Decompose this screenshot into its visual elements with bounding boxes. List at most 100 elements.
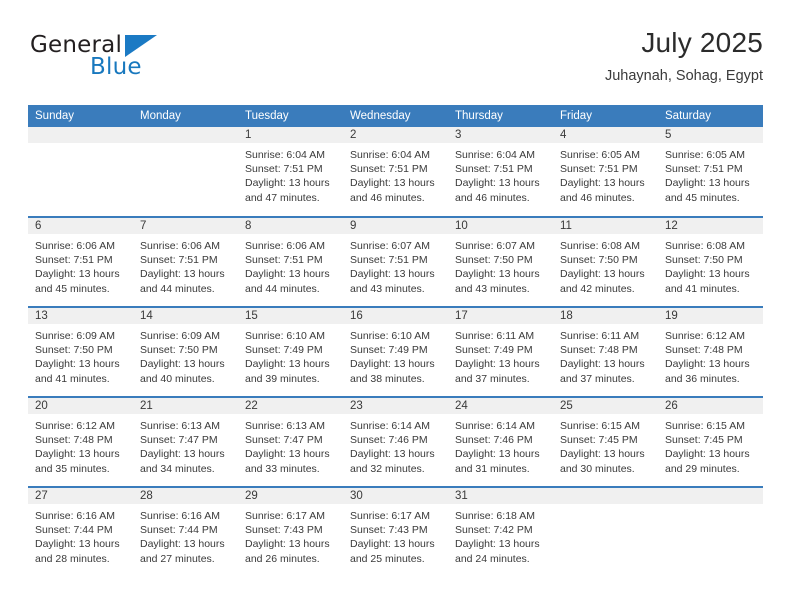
day-number: 5 <box>658 127 763 143</box>
calendar-day-cell[interactable]: 25 Sunrise: 6:15 AM Sunset: 7:45 PM Dayligh… <box>553 396 658 487</box>
column-header-thursday: Thursday <box>448 105 553 127</box>
calendar-cell-empty <box>553 486 658 577</box>
calendar-day-cell[interactable]: 5 Sunrise: 6:05 AM Sunset: 7:51 PM Daylight… <box>658 127 763 217</box>
day-detail-sunset: Sunset: 7:51 PM <box>455 163 533 176</box>
calendar-day-cell[interactable]: 26 Sunrise: 6:15 AM Sunset: 7:45 PM Dayligh… <box>658 396 763 487</box>
day-detail-sunset: Sunset: 7:49 PM <box>245 344 323 357</box>
calendar-day-cell[interactable]: 6 Sunrise: 6:06 AM Sunset: 7:51 PM Daylight… <box>28 216 133 307</box>
day-detail-sunrise: Sunrise: 6:05 AM <box>665 149 745 161</box>
calendar-day-cell[interactable]: 29 Sunrise: 6:17 AM Sunset: 7:43 PM Dayligh… <box>238 486 343 577</box>
day-number: 2 <box>343 127 448 143</box>
calendar-day-cell[interactable]: 18 Sunrise: 6:11 AM Sunset: 7:48 PM Dayligh… <box>553 306 658 397</box>
day-detail-sunrise: Sunrise: 6:06 AM <box>35 240 115 252</box>
day-detail-daylight-line2: and 31 minutes. <box>455 462 530 475</box>
calendar-day-cell[interactable]: 20 Sunrise: 6:12 AM Sunset: 7:48 PM Dayligh… <box>28 396 133 487</box>
calendar-day-cell[interactable]: 22 Sunrise: 6:13 AM Sunset: 7:47 PM Dayligh… <box>238 396 343 487</box>
day-detail-sunset: Sunset: 7:46 PM <box>350 434 428 447</box>
day-detail-daylight-line2: and 32 minutes. <box>350 462 425 475</box>
calendar-day-cell[interactable]: 23 Sunrise: 6:14 AM Sunset: 7:46 PM Dayligh… <box>343 396 448 487</box>
calendar-day-cell[interactable]: 19 Sunrise: 6:12 AM Sunset: 7:48 PM Dayligh… <box>658 306 763 397</box>
day-detail-sunrise: Sunrise: 6:09 AM <box>35 330 115 342</box>
day-detail-daylight-line1: Daylight: 13 hours <box>245 358 330 371</box>
day-details: Sunrise: 6:04 AM Sunset: 7:51 PM Daylight:… <box>343 143 448 205</box>
day-number: 27 <box>28 488 133 504</box>
day-detail-sunset: Sunset: 7:50 PM <box>140 344 218 357</box>
day-detail-daylight-line2: and 36 minutes. <box>665 372 740 385</box>
day-number: 7 <box>133 218 238 234</box>
day-detail-daylight-line1: Daylight: 13 hours <box>455 268 540 281</box>
day-detail-daylight-line2: and 43 minutes. <box>350 282 425 295</box>
month-calendar: Sunday Monday Tuesday Wednesday Thursday… <box>28 105 763 577</box>
day-detail-daylight-line2: and 35 minutes. <box>35 462 110 475</box>
day-detail-sunset: Sunset: 7:43 PM <box>350 524 428 537</box>
calendar-day-cell[interactable]: 21 Sunrise: 6:13 AM Sunset: 7:47 PM Dayligh… <box>133 396 238 487</box>
calendar-day-cell[interactable]: 24 Sunrise: 6:14 AM Sunset: 7:46 PM Dayligh… <box>448 396 553 487</box>
day-details: Sunrise: 6:09 AM Sunset: 7:50 PM Daylight:… <box>133 324 238 386</box>
calendar-day-cell[interactable]: 9 Sunrise: 6:07 AM Sunset: 7:51 PM Daylight… <box>343 216 448 307</box>
day-number: 21 <box>133 398 238 414</box>
day-detail-daylight-line2: and 42 minutes. <box>560 282 635 295</box>
day-detail-sunrise: Sunrise: 6:17 AM <box>245 510 325 522</box>
day-details: Sunrise: 6:17 AM Sunset: 7:43 PM Daylight:… <box>238 504 343 566</box>
day-detail-sunrise: Sunrise: 6:16 AM <box>140 510 220 522</box>
day-details: Sunrise: 6:11 AM Sunset: 7:49 PM Daylight:… <box>448 324 553 386</box>
day-details: Sunrise: 6:10 AM Sunset: 7:49 PM Daylight:… <box>343 324 448 386</box>
calendar-day-cell[interactable]: 2 Sunrise: 6:04 AM Sunset: 7:51 PM Daylight… <box>343 127 448 217</box>
calendar-day-cell[interactable]: 14 Sunrise: 6:09 AM Sunset: 7:50 PM Dayligh… <box>133 306 238 397</box>
calendar-week-row: 6 Sunrise: 6:06 AM Sunset: 7:51 PM Daylight… <box>28 216 763 307</box>
day-detail-daylight-line2: and 27 minutes. <box>140 552 215 565</box>
calendar-day-cell[interactable]: 16 Sunrise: 6:10 AM Sunset: 7:49 PM Dayligh… <box>343 306 448 397</box>
day-detail-sunrise: Sunrise: 6:07 AM <box>350 240 430 252</box>
day-details: Sunrise: 6:15 AM Sunset: 7:45 PM Daylight:… <box>553 414 658 476</box>
day-number: 4 <box>553 127 658 143</box>
day-detail-sunset: Sunset: 7:51 PM <box>560 163 638 176</box>
logo-text-blue: Blue <box>90 54 142 80</box>
day-detail-sunset: Sunset: 7:51 PM <box>350 163 428 176</box>
day-detail-sunrise: Sunrise: 6:14 AM <box>350 420 430 432</box>
calendar-day-cell[interactable]: 11 Sunrise: 6:08 AM Sunset: 7:50 PM Dayligh… <box>553 216 658 307</box>
day-detail-sunrise: Sunrise: 6:13 AM <box>245 420 325 432</box>
day-detail-daylight-line2: and 30 minutes. <box>560 462 635 475</box>
day-detail-sunrise: Sunrise: 6:04 AM <box>350 149 430 161</box>
day-detail-sunset: Sunset: 7:51 PM <box>245 163 323 176</box>
day-number: 3 <box>448 127 553 143</box>
day-detail-daylight-line2: and 46 minutes. <box>350 191 425 204</box>
day-detail-sunset: Sunset: 7:51 PM <box>140 254 218 267</box>
day-detail-daylight-line2: and 44 minutes. <box>245 282 320 295</box>
calendar-day-cell[interactable]: 10 Sunrise: 6:07 AM Sunset: 7:50 PM Dayligh… <box>448 216 553 307</box>
day-detail-daylight-line2: and 29 minutes. <box>665 462 740 475</box>
calendar-day-cell[interactable]: 4 Sunrise: 6:05 AM Sunset: 7:51 PM Daylight… <box>553 127 658 217</box>
column-header-friday: Friday <box>553 105 658 127</box>
calendar-day-cell[interactable]: 30 Sunrise: 6:17 AM Sunset: 7:43 PM Dayligh… <box>343 486 448 577</box>
calendar-day-cell[interactable]: 3 Sunrise: 6:04 AM Sunset: 7:51 PM Daylight… <box>448 127 553 217</box>
day-detail-sunset: Sunset: 7:51 PM <box>35 254 113 267</box>
day-detail-daylight-line2: and 39 minutes. <box>245 372 320 385</box>
calendar-day-cell[interactable]: 13 Sunrise: 6:09 AM Sunset: 7:50 PM Dayligh… <box>28 306 133 397</box>
calendar-day-cell[interactable]: 17 Sunrise: 6:11 AM Sunset: 7:49 PM Dayligh… <box>448 306 553 397</box>
calendar-day-cell[interactable]: 8 Sunrise: 6:06 AM Sunset: 7:51 PM Daylight… <box>238 216 343 307</box>
day-detail-daylight-line1: Daylight: 13 hours <box>560 358 645 371</box>
calendar-day-cell[interactable]: 1 Sunrise: 6:04 AM Sunset: 7:51 PM Daylight… <box>238 127 343 217</box>
day-number: 18 <box>553 308 658 324</box>
calendar-day-cell[interactable]: 7 Sunrise: 6:06 AM Sunset: 7:51 PM Daylight… <box>133 216 238 307</box>
calendar-day-cell[interactable]: 28 Sunrise: 6:16 AM Sunset: 7:44 PM Dayligh… <box>133 486 238 577</box>
day-detail-daylight-line1: Daylight: 13 hours <box>245 448 330 461</box>
day-detail-daylight-line2: and 40 minutes. <box>140 372 215 385</box>
calendar-cell-empty <box>133 127 238 217</box>
calendar-day-cell[interactable]: 12 Sunrise: 6:08 AM Sunset: 7:50 PM Dayligh… <box>658 216 763 307</box>
day-detail-sunset: Sunset: 7:47 PM <box>245 434 323 447</box>
day-detail-sunset: Sunset: 7:43 PM <box>245 524 323 537</box>
day-details: Sunrise: 6:18 AM Sunset: 7:42 PM Daylight:… <box>448 504 553 566</box>
day-details: Sunrise: 6:17 AM Sunset: 7:43 PM Daylight:… <box>343 504 448 566</box>
calendar-day-cell[interactable]: 31 Sunrise: 6:18 AM Sunset: 7:42 PM Dayligh… <box>448 486 553 577</box>
calendar-day-cell[interactable]: 15 Sunrise: 6:10 AM Sunset: 7:49 PM Dayligh… <box>238 306 343 397</box>
day-number: 14 <box>133 308 238 324</box>
day-details: Sunrise: 6:14 AM Sunset: 7:46 PM Daylight:… <box>448 414 553 476</box>
day-detail-sunrise: Sunrise: 6:10 AM <box>350 330 430 342</box>
day-detail-daylight-line2: and 37 minutes. <box>455 372 530 385</box>
day-number <box>28 127 133 143</box>
general-blue-logo[interactable]: General Blue <box>28 32 218 90</box>
day-number <box>133 127 238 143</box>
day-details: Sunrise: 6:06 AM Sunset: 7:51 PM Daylight:… <box>133 234 238 296</box>
calendar-day-cell[interactable]: 27 Sunrise: 6:16 AM Sunset: 7:44 PM Dayligh… <box>28 486 133 577</box>
